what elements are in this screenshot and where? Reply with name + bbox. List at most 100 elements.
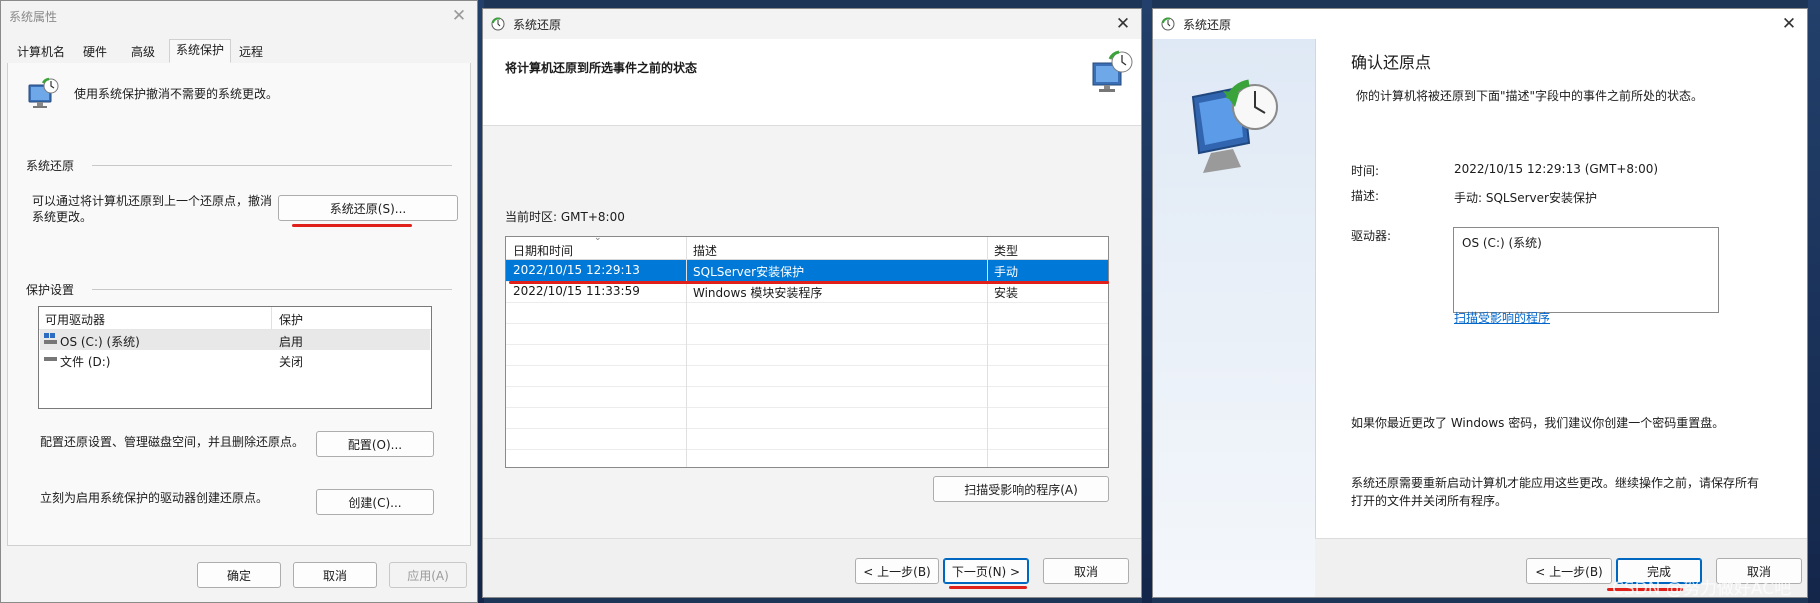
drive-list-header: 可用驱动器 保护 xyxy=(39,307,431,330)
empty-row xyxy=(506,323,1108,345)
system-restore-icon xyxy=(1092,50,1133,92)
table-row[interactable]: 2022/10/15 11:33:59 Windows 模块安装程序 安装 xyxy=(506,281,1108,303)
confirm-subtitle: 你的计算机将被还原到下面"描述"字段中的事件之前所处的状态。 xyxy=(1356,89,1704,103)
window-title: 系统还原 xyxy=(1183,17,1232,32)
configure-button[interactable]: 配置(O)... xyxy=(316,431,434,457)
list-item[interactable]: 文件 (D:) 关闭 xyxy=(40,350,430,370)
column-header-drive[interactable]: 可用驱动器 xyxy=(45,311,105,328)
system-restore-icon xyxy=(491,17,505,31)
system-drive-icon xyxy=(44,333,57,344)
row-date: 2022/10/15 12:29:13 xyxy=(513,263,640,277)
drive-label: 驱动器: xyxy=(1351,229,1392,243)
wizard-sidebar xyxy=(1153,39,1316,597)
scan-affected-programs-link[interactable]: 扫描受影响的程序 xyxy=(1454,309,1550,326)
desktop-background xyxy=(1142,0,1152,603)
column-divider xyxy=(686,237,687,467)
scan-affected-programs-button[interactable]: 扫描受影响的程序(A) xyxy=(933,476,1109,502)
password-note: 如果你最近更改了 Windows 密码，我们建议你创建一个密码重置盘。 xyxy=(1351,416,1725,430)
system-restore-button[interactable]: 系统还原(S)... xyxy=(278,195,458,221)
row-type: 手动 xyxy=(994,265,1019,279)
title-bar: 系统还原 ✕ xyxy=(1153,9,1807,39)
column-divider xyxy=(987,237,988,467)
system-restore-illustration xyxy=(1191,79,1278,173)
row-description: Windows 模块安装程序 xyxy=(693,286,823,300)
title-bar: 系统属性 ✕ xyxy=(1,1,477,31)
drive-list[interactable]: OS (C:) (系统) xyxy=(1453,227,1719,313)
table-row[interactable]: 2022/10/15 12:29:13 SQLServer安装保护 手动 xyxy=(506,260,1108,282)
tab-remote[interactable]: 远程 xyxy=(233,42,269,63)
system-protection-icon xyxy=(28,77,59,108)
protection-group-label: 保护设置 xyxy=(26,283,75,297)
restore-points-table[interactable]: 日期和时间 ⌄ 描述 类型 2022/10/15 12:29:13 SQLSer… xyxy=(505,236,1109,468)
create-description: 立刻为启用系统保护的驱动器创建还原点。 xyxy=(40,491,269,505)
drive-protection-status: 启用 xyxy=(279,335,304,349)
intro-text: 使用系统保护撤消不需要的系统更改。 xyxy=(74,87,279,101)
row-type: 安装 xyxy=(994,286,1019,300)
apply-button[interactable]: 应用(A) xyxy=(389,562,467,588)
back-button[interactable]: < 上一步(B) xyxy=(855,558,939,584)
drive-list[interactable]: 可用驱动器 保护 OS (C:) (系统) 启用 文件 (D:) 关闭 xyxy=(38,306,432,409)
drive-name: 文件 (D:) xyxy=(60,355,111,369)
annotation-underline xyxy=(509,281,1109,284)
sort-arrow-icon: ⌄ xyxy=(594,236,602,243)
time-value: 2022/10/15 12:29:13 (GMT+8:00) xyxy=(1454,162,1659,176)
watermark: CSDN @努力做好AC吧 xyxy=(1612,579,1792,599)
description-value: 手动: SQLServer安装保护 xyxy=(1454,191,1597,205)
annotation-underline xyxy=(292,224,412,227)
tab-computer-name[interactable]: 计算机名 xyxy=(11,42,71,63)
system-restore-select-window: 系统还原 ✕ 将计算机还原到所选事件之前的状态 当前时区: GMT+8:00 日… xyxy=(482,8,1142,598)
drive-name: OS (C:) (系统) xyxy=(1462,236,1542,250)
system-properties-window: 系统属性 ✕ 计算机名 硬件 高级 系统保护 远程 使用系统保护撤消不需要的系统… xyxy=(0,0,478,603)
description-label: 描述: xyxy=(1351,189,1380,203)
column-header-type[interactable]: 类型 xyxy=(994,242,1018,259)
restart-note-line-2: 打开的文件并关闭所有程序。 xyxy=(1351,494,1508,508)
close-icon[interactable]: ✕ xyxy=(1779,14,1799,34)
column-header-protection[interactable]: 保护 xyxy=(279,311,303,328)
column-header-description[interactable]: 描述 xyxy=(693,242,717,259)
configure-description: 配置还原设置、管理磁盘空间，并且删除还原点。 xyxy=(40,435,305,449)
cancel-button[interactable]: 取消 xyxy=(1043,558,1129,584)
empty-row xyxy=(506,386,1108,408)
next-button[interactable]: 下一页(N) > xyxy=(943,558,1029,584)
column-header-date[interactable]: 日期和时间 xyxy=(513,242,573,259)
create-button[interactable]: 创建(C)... xyxy=(316,489,434,515)
restore-description-line-1: 可以通过将计算机还原到上一个还原点，撤消 xyxy=(32,194,273,208)
restart-note-line-1: 系统还原需要重新启动计算机才能应用这些更改。继续操作之前，请保存所有 xyxy=(1351,476,1760,490)
annotation-underline xyxy=(949,586,1027,589)
system-restore-icon xyxy=(1161,17,1175,31)
system-protection-panel: 使用系统保护撤消不需要的系统更改。 系统还原 可以通过将计算机还原到上一个还原点… xyxy=(7,63,471,546)
back-button[interactable]: < 上一步(B) xyxy=(1526,558,1612,584)
restore-group-label: 系统还原 xyxy=(26,159,75,173)
close-icon[interactable]: ✕ xyxy=(449,6,469,26)
window-title: 系统还原 xyxy=(513,17,562,32)
column-divider xyxy=(271,307,272,329)
row-date: 2022/10/15 11:33:59 xyxy=(513,284,640,298)
tab-advanced[interactable]: 高级 xyxy=(125,42,161,63)
time-label: 时间: xyxy=(1351,164,1380,178)
header-band: 将计算机还原到所选事件之前的状态 xyxy=(483,39,1141,126)
row-description: SQLServer安装保护 xyxy=(693,265,805,279)
drive-protection-status: 关闭 xyxy=(279,355,304,369)
list-item[interactable]: OS (C:) (系统) 启用 xyxy=(40,330,430,350)
close-icon[interactable]: ✕ xyxy=(1113,14,1133,34)
desktop-background xyxy=(1808,0,1820,603)
cancel-button[interactable]: 取消 xyxy=(293,562,377,588)
confirm-restore-window: 系统还原 ✕ 确认还原点 你的计算机将被还原到下面"描述"字段中的事件之前所处的… xyxy=(1152,8,1808,598)
tab-system-protection[interactable]: 系统保护 xyxy=(169,39,232,63)
drive-icon xyxy=(44,357,57,361)
group-divider xyxy=(92,289,452,290)
ok-button[interactable]: 确定 xyxy=(197,562,281,588)
tab-strip: 计算机名 硬件 高级 系统保护 远程 xyxy=(7,39,471,64)
empty-row xyxy=(506,365,1108,387)
page-title: 确认还原点 xyxy=(1351,53,1432,72)
empty-row xyxy=(506,302,1108,324)
drive-name: OS (C:) (系统) xyxy=(60,335,140,349)
table-header: 日期和时间 ⌄ 描述 类型 xyxy=(506,237,1108,260)
group-divider xyxy=(92,165,452,166)
window-title: 系统属性 xyxy=(9,9,58,24)
title-bar: 系统还原 ✕ xyxy=(483,9,1141,39)
page-title: 将计算机还原到所选事件之前的状态 xyxy=(505,61,698,75)
restore-description-line-2: 系统更改。 xyxy=(32,210,93,224)
empty-row xyxy=(506,344,1108,366)
tab-hardware[interactable]: 硬件 xyxy=(77,42,113,63)
